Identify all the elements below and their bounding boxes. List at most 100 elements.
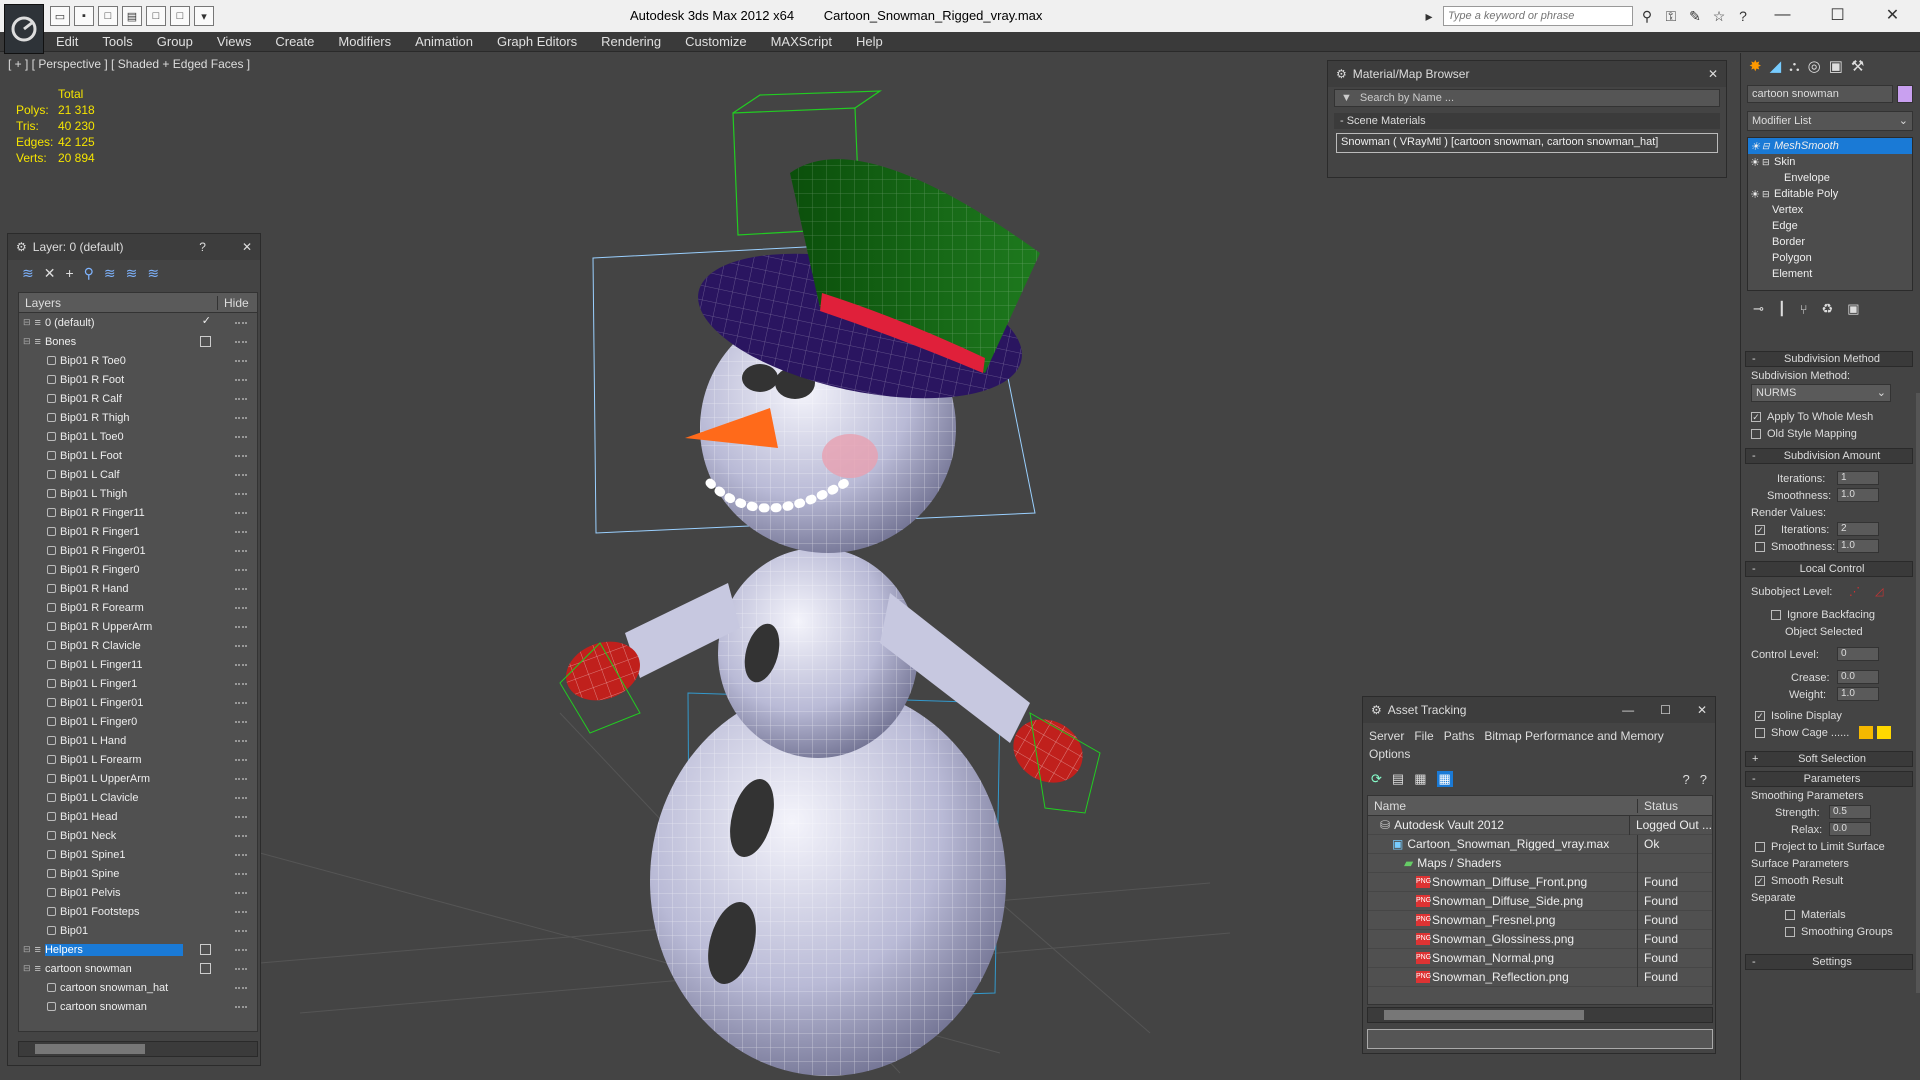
expand-toggle-icon[interactable]: ⊟ <box>23 963 31 974</box>
layer-object-row[interactable]: cartoon snowman_hat <box>19 978 257 997</box>
modifier-list-dropdown[interactable]: Modifier List ⌄ <box>1747 111 1913 131</box>
checkbox-unchecked[interactable] <box>1785 909 1795 920</box>
expand-toggle-icon[interactable]: ⊟ <box>1762 141 1774 152</box>
hide-toggle[interactable] <box>235 949 247 951</box>
layer-object-row[interactable]: Bip01 R Calf <box>19 389 257 408</box>
hide-toggle[interactable] <box>235 987 247 989</box>
refresh-icon[interactable]: ⟳ <box>1371 771 1382 787</box>
layer-object-row[interactable]: Bip01 L Toe0 <box>19 427 257 446</box>
asset-row[interactable]: ⛁ Autodesk Vault 2012 Logged Out ... <box>1368 815 1712 835</box>
hide-toggle[interactable] <box>235 360 247 362</box>
freeze-all-layers-icon[interactable]: ≋ <box>147 265 159 282</box>
delete-layer-icon[interactable]: ✕ <box>44 265 56 282</box>
hide-toggle[interactable] <box>235 816 247 818</box>
layer-object-row[interactable]: Bip01 Spine <box>19 864 257 883</box>
expand-arrow-icon[interactable]: ▸ <box>1419 6 1439 26</box>
object-color-swatch[interactable] <box>1897 85 1913 103</box>
modifier-stack-item[interactable]: Vertex <box>1748 202 1912 218</box>
create-layer-icon[interactable]: ≋ <box>22 265 34 282</box>
app-logo-icon[interactable] <box>4 4 44 54</box>
pin-stack-icon[interactable]: ⊸ <box>1753 301 1764 317</box>
layer-object-row[interactable]: Bip01 L Calf <box>19 465 257 484</box>
material-item-snowman[interactable]: Snowman ( VRayMtl ) [cartoon snowman, ca… <box>1336 133 1718 153</box>
horizontal-scrollbar[interactable] <box>1367 1007 1713 1023</box>
expand-toggle-icon[interactable]: ⊟ <box>23 317 31 328</box>
strength-spinner[interactable]: 0.5 <box>1829 805 1871 819</box>
layer-object-row[interactable]: Bip01 L Clavicle <box>19 788 257 807</box>
hide-toggle[interactable] <box>235 835 247 837</box>
layer-object-row[interactable]: Bip01 R Clavicle <box>19 636 257 655</box>
maximize-icon[interactable]: ☐ <box>1810 0 1865 30</box>
control-level-spinner[interactable]: 0 <box>1837 647 1879 661</box>
command-panel-scrollbar[interactable] <box>1916 393 1920 993</box>
hide-toggle[interactable] <box>235 341 247 343</box>
layer-object-row[interactable]: Bip01 Head <box>19 807 257 826</box>
hide-toggle[interactable] <box>235 778 247 780</box>
layer-object-row[interactable]: Bip01 R Finger1 <box>19 522 257 541</box>
relax-spinner[interactable]: 0.0 <box>1829 822 1871 836</box>
hide-toggle[interactable] <box>235 512 247 514</box>
layer-row[interactable]: ⊟ ≡ cartoon snowman <box>19 959 257 978</box>
expand-toggle-icon[interactable]: ⊟ <box>1762 157 1774 168</box>
modifier-stack-item[interactable]: ☀ ⊟ Editable Poly <box>1748 186 1912 202</box>
hide-toggle[interactable] <box>235 721 247 723</box>
lightbulb-icon[interactable]: ☀ <box>1748 140 1762 153</box>
iterations-spinner[interactable]: 1 <box>1837 471 1879 485</box>
expand-toggle-icon[interactable]: ⊟ <box>1762 189 1774 200</box>
checkbox-checked[interactable]: ✓ <box>1755 524 1765 535</box>
menu-views[interactable]: Views <box>217 34 251 49</box>
menu-edit[interactable]: Edit <box>56 34 78 49</box>
lightbulb-icon[interactable]: ☀ <box>1748 188 1762 201</box>
menu-rendering[interactable]: Rendering <box>601 34 661 49</box>
display-tab-icon[interactable]: ▣ <box>1829 57 1843 75</box>
asset-row[interactable]: PNG Snowman_Normal.png Found <box>1368 948 1712 968</box>
remove-modifier-icon[interactable]: ♻ <box>1822 301 1834 317</box>
new-icon[interactable]: □ <box>98 6 118 26</box>
asset-row[interactable]: PNG Snowman_Fresnel.png Found <box>1368 910 1712 930</box>
help-button[interactable]: ? <box>199 240 206 254</box>
hide-toggle[interactable] <box>235 968 247 970</box>
layer-object-row[interactable]: Bip01 R Foot <box>19 370 257 389</box>
layer-object-row[interactable]: Bip01 Footsteps <box>19 902 257 921</box>
hide-toggle[interactable] <box>235 569 247 571</box>
hide-toggle[interactable] <box>235 740 247 742</box>
dropdown-icon[interactable]: ▾ <box>194 6 214 26</box>
hide-toggle[interactable] <box>235 645 247 647</box>
old-style-mapping-checkbox[interactable]: Old Style Mapping <box>1741 425 1917 442</box>
rollout-parameters[interactable]: - Parameters <box>1745 771 1913 787</box>
material-search-input[interactable]: ▼ Search by Name ... <box>1334 89 1720 107</box>
layer-object-row[interactable]: Bip01 <box>19 921 257 940</box>
utilities-tab-icon[interactable]: ⚒ <box>1851 57 1864 75</box>
checkbox-checked[interactable]: ✓ <box>1755 875 1765 886</box>
menu-options[interactable]: Options <box>1369 745 1709 763</box>
hide-toggle[interactable] <box>235 873 247 875</box>
vertex-level-icon[interactable]: ⋰ <box>1849 585 1860 598</box>
menu-graph-editors[interactable]: Graph Editors <box>497 34 577 49</box>
table-view-icon[interactable]: ▦ <box>1436 771 1453 787</box>
crease-spinner[interactable]: 0.0 <box>1837 670 1879 684</box>
horizontal-scrollbar[interactable] <box>18 1041 258 1057</box>
menu-animation[interactable]: Animation <box>415 34 473 49</box>
layer-object-row[interactable]: Bip01 L Hand <box>19 731 257 750</box>
scene-materials-section[interactable]: - Scene Materials <box>1334 113 1720 129</box>
layer-object-row[interactable]: Bip01 R Thigh <box>19 408 257 427</box>
binoculars-icon[interactable]: ⚲ <box>1637 6 1657 26</box>
hide-toggle[interactable] <box>235 607 247 609</box>
render-iterations-spinner[interactable]: 2 <box>1837 522 1879 536</box>
hide-toggle[interactable] <box>235 417 247 419</box>
expand-toggle-icon[interactable]: ⊟ <box>23 944 31 955</box>
status-column-header[interactable]: Status <box>1638 799 1678 813</box>
material-browser-title-bar[interactable]: ⚙ Material/Map Browser ✕ <box>1328 61 1726 87</box>
hide-toggle[interactable] <box>235 759 247 761</box>
scrollbar-thumb[interactable] <box>35 1044 145 1054</box>
subdivision-method-dropdown[interactable]: NURMS ⌄ <box>1751 384 1891 402</box>
modifier-stack-item[interactable]: Envelope <box>1748 170 1912 186</box>
minimize-icon[interactable]: — <box>1622 703 1634 717</box>
menu-file[interactable]: File <box>1414 729 1433 743</box>
hide-column-header[interactable]: Hide <box>217 295 257 310</box>
menu-group[interactable]: Group <box>157 34 193 49</box>
maximize-icon[interactable]: ☐ <box>1660 703 1671 717</box>
hide-toggle[interactable] <box>235 379 247 381</box>
ignore-backfacing-checkbox[interactable]: Ignore Backfacing <box>1741 606 1917 623</box>
rollout-subdivision-method[interactable]: - Subdivision Method <box>1745 351 1913 367</box>
